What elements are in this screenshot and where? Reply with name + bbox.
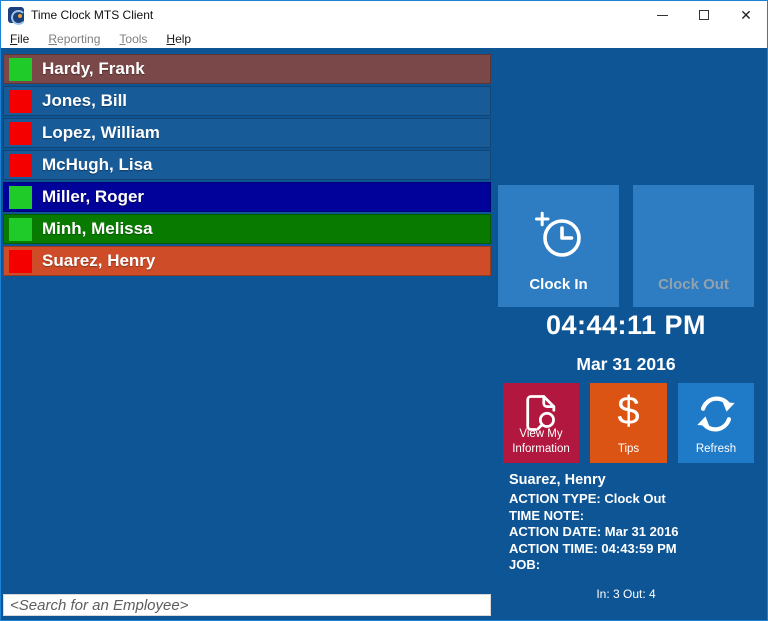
clock-out-label: Clock Out [658, 276, 729, 293]
employee-name: Miller, Roger [42, 187, 145, 206]
main-content: Hardy, Frank Jones, Bill Lopez, William McH… [1, 48, 767, 620]
clock-plus-icon [533, 209, 585, 266]
current-time: 04:44:11 PM [545, 310, 707, 340]
status-in-indicator [9, 217, 32, 241]
view-my-information-button[interactable]: View My Information [503, 383, 579, 463]
maximize-button[interactable] [683, 1, 725, 29]
title-bar: Time Clock MTS Client ✕ [1, 1, 767, 29]
status-out-indicator [9, 249, 32, 273]
close-icon: ✕ [740, 7, 752, 23]
last-action-time: ACTION TIME: 04:43:59 PM [509, 540, 677, 556]
menu-file[interactable]: File [10, 32, 29, 46]
document-search-icon [519, 391, 563, 440]
last-action-type: ACTION TYPE: Clock Out [509, 491, 666, 506]
employee-name: Minh, Melissa [42, 219, 153, 238]
maximize-icon [699, 10, 709, 20]
last-action-job: JOB: [509, 557, 541, 572]
employee-row[interactable]: Minh, Melissa [3, 214, 491, 244]
employee-name: Jones, Bill [42, 91, 128, 110]
employee-name: Lopez, William [42, 123, 160, 142]
status-out-indicator [9, 89, 32, 113]
employee-row[interactable]: Jones, Bill [3, 86, 491, 116]
status-in-indicator [9, 185, 32, 209]
clock-in-button[interactable]: Clock In [498, 185, 619, 307]
clock-out-button[interactable]: Clock Out [633, 185, 754, 307]
clock-in-label: Clock In [529, 276, 588, 293]
employee-row[interactable]: Miller, Roger [3, 182, 491, 212]
last-action-note: TIME NOTE: [509, 507, 585, 523]
employee-name: McHugh, Lisa [42, 155, 153, 174]
app-window: Time Clock MTS Client ✕ File Reporting T… [0, 0, 768, 621]
minimize-button[interactable] [641, 1, 683, 29]
tips-button[interactable]: $ Tips [590, 383, 667, 463]
menu-tools[interactable]: Tools [119, 32, 147, 46]
current-date: Mar 31 2016 [576, 354, 676, 374]
employee-row[interactable]: McHugh, Lisa [3, 150, 491, 180]
window-title: Time Clock MTS Client [31, 8, 154, 22]
status-in-indicator [9, 57, 32, 81]
tips-label: Tips [617, 442, 640, 455]
employee-row[interactable]: Suarez, Henry [3, 246, 491, 276]
status-out-indicator [9, 121, 32, 145]
menu-help[interactable]: Help [166, 32, 191, 46]
status-out-indicator [9, 153, 32, 177]
employee-row[interactable]: Hardy, Frank [3, 54, 491, 84]
employee-list: Hardy, Frank Jones, Bill Lopez, William McH… [3, 54, 491, 278]
search-input[interactable] [3, 594, 491, 616]
last-action-panel: Suarez, Henry ACTION TYPE: Clock Out TIM… [509, 472, 679, 574]
last-action-date: ACTION DATE: Mar 31 2016 [509, 524, 679, 539]
menu-bar: File Reporting Tools Help [1, 29, 767, 48]
app-icon [8, 7, 26, 25]
employee-row[interactable]: Lopez, William [3, 118, 491, 148]
close-button[interactable]: ✕ [725, 1, 767, 29]
refresh-button[interactable]: Refresh [678, 383, 754, 463]
employee-name: Hardy, Frank [42, 59, 145, 78]
window-controls: ✕ [641, 1, 767, 29]
dollar-icon: $ [617, 389, 640, 433]
last-action-employee: Suarez, Henry [509, 472, 606, 488]
menu-reporting[interactable]: Reporting [48, 32, 100, 46]
refresh-label: Refresh [695, 442, 737, 455]
employee-name: Suarez, Henry [42, 251, 156, 270]
minimize-icon [656, 14, 668, 16]
in-out-count: In: 3 Out: 4 [596, 587, 656, 601]
refresh-icon [693, 391, 739, 442]
